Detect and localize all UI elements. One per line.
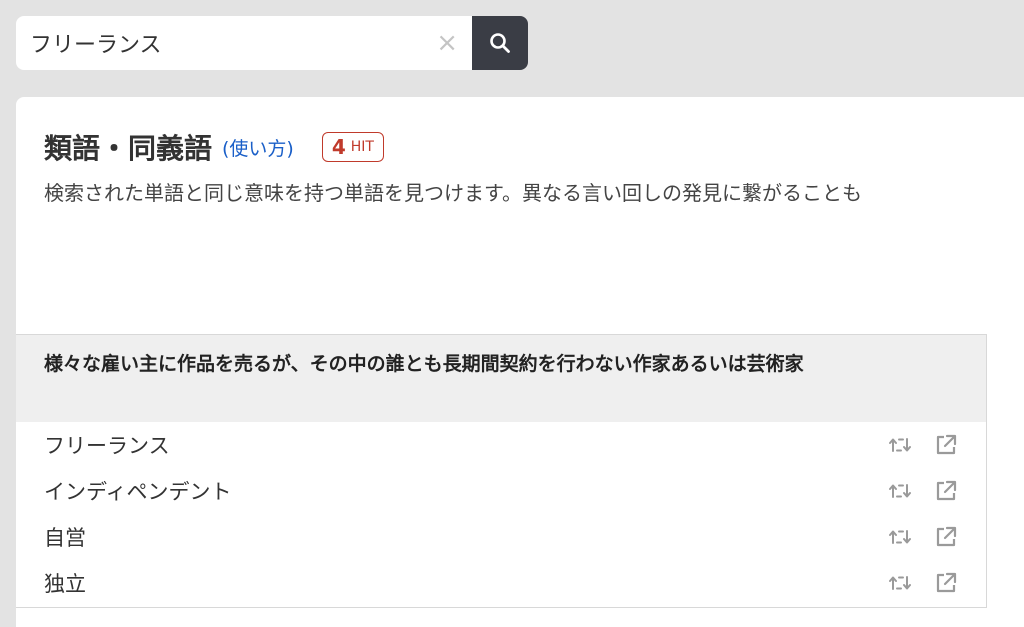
word-list: フリーランス インディペンデント 自営 独立 <box>16 422 986 606</box>
results-section: 様々な雇い主に作品を売るが、その中の誰とも長期間契約を行わない作家あるいは芸術家… <box>16 334 987 608</box>
word-link[interactable]: フリーランス <box>44 430 888 460</box>
swap-icon[interactable] <box>888 574 912 592</box>
card-title: 類語・同義語 <box>44 132 213 165</box>
word-link[interactable]: 自営 <box>44 522 888 552</box>
search-input[interactable] <box>30 30 437 56</box>
swap-icon[interactable] <box>888 436 912 454</box>
close-icon[interactable]: × <box>436 30 458 56</box>
search-box: × <box>16 16 472 70</box>
search-bar: × <box>16 16 528 70</box>
list-item: フリーランス <box>16 422 986 468</box>
word-link[interactable]: インディペンデント <box>44 476 888 506</box>
card-header: 類語・同義語 (使い方) 4 HIT 検索された単語と同じ意味を持つ単語を見つけ… <box>44 127 1024 206</box>
card-description: 検索された単語と同じ意味を持つ単語を見つけます。異なる言い回しの発見に繋がること… <box>44 181 862 205</box>
list-item: インディペンデント <box>16 468 986 514</box>
hit-badge: 4 HIT <box>321 132 384 162</box>
swap-icon[interactable] <box>888 482 912 500</box>
external-link-icon[interactable] <box>934 525 958 549</box>
word-link[interactable]: 独立 <box>44 568 888 598</box>
word-actions <box>888 433 958 457</box>
synonyms-card: 類語・同義語 (使い方) 4 HIT 検索された単語と同じ意味を持つ単語を見つけ… <box>16 97 1024 627</box>
word-actions <box>888 571 958 595</box>
external-link-icon[interactable] <box>934 571 958 595</box>
title-row: 類語・同義語 (使い方) 4 HIT <box>44 127 1024 167</box>
definition-header: 様々な雇い主に作品を売るが、その中の誰とも長期間契約を行わない作家あるいは芸術家 <box>16 335 986 422</box>
search-icon <box>490 33 510 53</box>
swap-icon[interactable] <box>888 528 912 546</box>
word-actions <box>888 525 958 549</box>
hit-unit: HIT <box>350 139 374 155</box>
external-link-icon[interactable] <box>934 479 958 503</box>
external-link-icon[interactable] <box>934 433 958 457</box>
word-actions <box>888 479 958 503</box>
hit-count: 4 <box>331 135 346 159</box>
list-item: 自営 <box>16 514 986 560</box>
list-item: 独立 <box>16 560 986 606</box>
search-button[interactable] <box>472 16 528 70</box>
usage-link[interactable]: (使い方) <box>222 134 294 161</box>
